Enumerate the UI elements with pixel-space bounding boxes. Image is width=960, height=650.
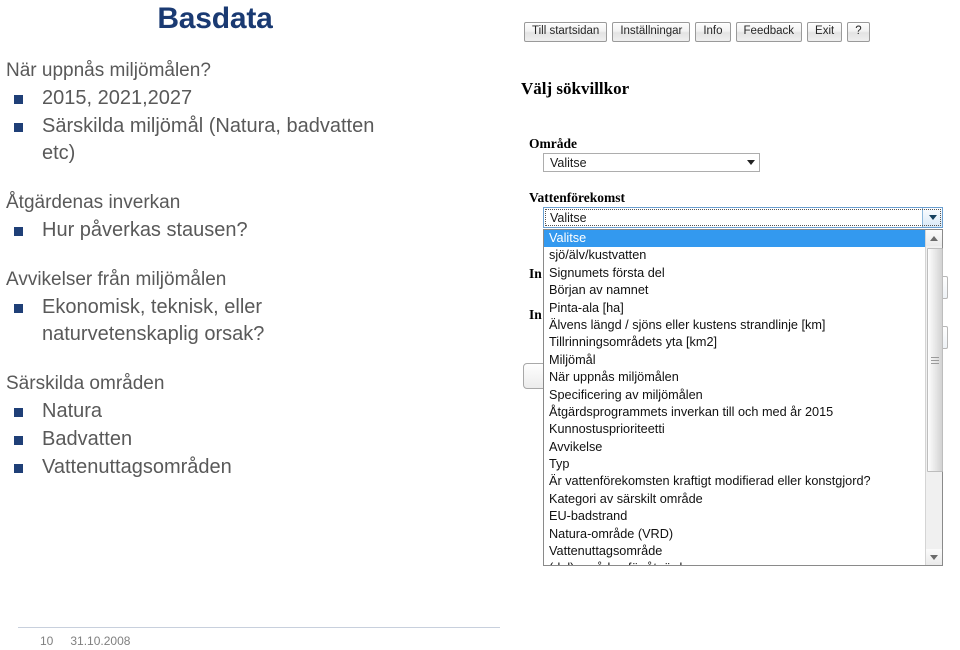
dropdown-option[interactable]: Älvens längd / sjöns eller kustens stran…: [544, 317, 925, 334]
dropdown-option[interactable]: Specificering av miljömålen: [544, 387, 925, 404]
list-item: Badvatten: [6, 426, 406, 453]
presentation-slide: Basdata När uppnås miljömålen? 2015, 202…: [0, 0, 500, 650]
dropdown-option[interactable]: Natura-område (VRD): [544, 526, 925, 543]
bullet-label: Vattenuttagsområden: [42, 456, 232, 478]
list-item: Vattenuttagsområden: [6, 454, 406, 481]
slide-footer: 10 31.10.2008: [40, 634, 130, 648]
toolbar-button-feedback[interactable]: Feedback: [735, 22, 803, 42]
dropdown-option[interactable]: Tillrinningsområdets yta [km2]: [544, 334, 925, 351]
dropdown-option[interactable]: Typ: [544, 456, 925, 473]
dropdown-option[interactable]: sjö/älv/kustvatten: [544, 247, 925, 264]
section-heading-2: Åtgärdenas inverkan: [6, 192, 181, 213]
field-label-hidden-1: In: [529, 266, 542, 281]
square-bullet-icon: [14, 123, 23, 132]
dropdown-option[interactable]: Är vattenförekomsten kraftigt modifierad…: [544, 473, 925, 490]
dropdown-option[interactable]: När uppnås miljömålen: [544, 369, 925, 386]
app-toolbar: Till startsidan Inställningar Info Feedb…: [524, 22, 870, 42]
omrade-select[interactable]: Valitse: [543, 153, 760, 172]
dropdown-option[interactable]: Åtgärdsprogrammets inverkan till och med…: [544, 404, 925, 421]
dropdown-option[interactable]: Avvikelse: [544, 439, 925, 456]
vattenforekomst-select[interactable]: Valitse: [543, 207, 943, 228]
footer-divider: [18, 627, 500, 628]
dropdown-options[interactable]: Valitse sjö/älv/kustvatten Signumets först…: [544, 230, 925, 565]
scrollbar-thumb[interactable]: [927, 248, 943, 472]
bullet-label: Hur påverkas stausen?: [42, 219, 248, 241]
dropdown-option[interactable]: Miljömål: [544, 352, 925, 369]
page-number: 10: [40, 634, 54, 648]
toolbar-button-till-startsidan[interactable]: Till startsidan: [524, 22, 608, 42]
bullet-label: Natura: [42, 400, 103, 422]
list-item: 2015, 2021,2027: [6, 85, 406, 112]
toolbar-button-info[interactable]: Info: [695, 22, 731, 42]
dropdown-option[interactable]: Valitse: [544, 230, 925, 248]
dropdown-option[interactable]: Pinta-ala [ha]: [544, 300, 925, 317]
vattenforekomst-dropdown-list[interactable]: Valitse sjö/älv/kustvatten Signumets först…: [543, 229, 943, 566]
section-heading-3: Avvikelser från miljömålen: [6, 269, 227, 290]
dropdown-option[interactable]: Kunnostusprioriteetti: [544, 421, 925, 438]
dropdown-option[interactable]: Signumets första del: [544, 265, 925, 282]
slide-body: När uppnås miljömålen? 2015, 2021,2027 S…: [6, 58, 406, 482]
field-label-omrade: Område: [529, 136, 577, 151]
dropdown-scrollbar[interactable]: [925, 230, 943, 565]
panel-heading: Välj sökvillkor: [521, 79, 630, 98]
list-item: Ekonomisk, teknisk, eller naturvetenskap…: [6, 294, 406, 348]
toolbar-button-installningar[interactable]: Inställningar: [612, 22, 691, 42]
section-heading-1: När uppnås miljömålen?: [6, 60, 211, 81]
footer-date: 31.10.2008: [70, 634, 131, 648]
dropdown-option[interactable]: (del)områden för åtgärdsprogram: [544, 560, 925, 565]
list-item: Särskilda miljömål (Natura, badvatten et…: [6, 113, 406, 167]
grip-icon: [931, 355, 939, 366]
toolbar-button-help[interactable]: ?: [847, 22, 870, 42]
toolbar-button-exit[interactable]: Exit: [807, 22, 843, 42]
vattenforekomst-select-value: Valitse: [550, 210, 587, 225]
scroll-up-icon[interactable]: [926, 230, 942, 246]
square-bullet-icon: [14, 408, 23, 417]
page-title: Basdata: [157, 2, 273, 35]
bullet-label: 2015, 2021,2027: [42, 87, 193, 109]
bullet-label: Ekonomisk, teknisk, eller naturvetenskap…: [42, 296, 265, 345]
omrade-select-value: Valitse: [550, 155, 587, 170]
application-screenshot: Till startsidan Inställningar Info Feedb…: [515, 18, 960, 578]
field-label-hidden-2: In: [529, 307, 542, 322]
square-bullet-icon: [14, 95, 23, 104]
bullet-label: Särskilda miljömål (Natura, badvatten et…: [42, 115, 375, 164]
field-label-vattenforekomst: Vattenförekomst: [529, 190, 625, 205]
dropdown-option[interactable]: Vattenuttagsområde: [544, 543, 925, 560]
chevron-down-icon[interactable]: [922, 208, 942, 227]
chevron-down-icon[interactable]: [742, 154, 759, 171]
dropdown-option[interactable]: Kategori av särskilt område: [544, 491, 925, 508]
dropdown-option[interactable]: Början av namnet: [544, 282, 925, 299]
square-bullet-icon: [14, 304, 23, 313]
square-bullet-icon: [14, 227, 23, 236]
bullet-label: Badvatten: [42, 428, 133, 450]
scroll-down-icon[interactable]: [926, 549, 942, 565]
list-item: Natura: [6, 398, 406, 425]
section-heading-4: Särskilda områden: [6, 373, 165, 394]
dropdown-option[interactable]: EU-badstrand: [544, 508, 925, 525]
square-bullet-icon: [14, 464, 23, 473]
square-bullet-icon: [14, 436, 23, 445]
list-item: Hur påverkas stausen?: [6, 217, 406, 244]
